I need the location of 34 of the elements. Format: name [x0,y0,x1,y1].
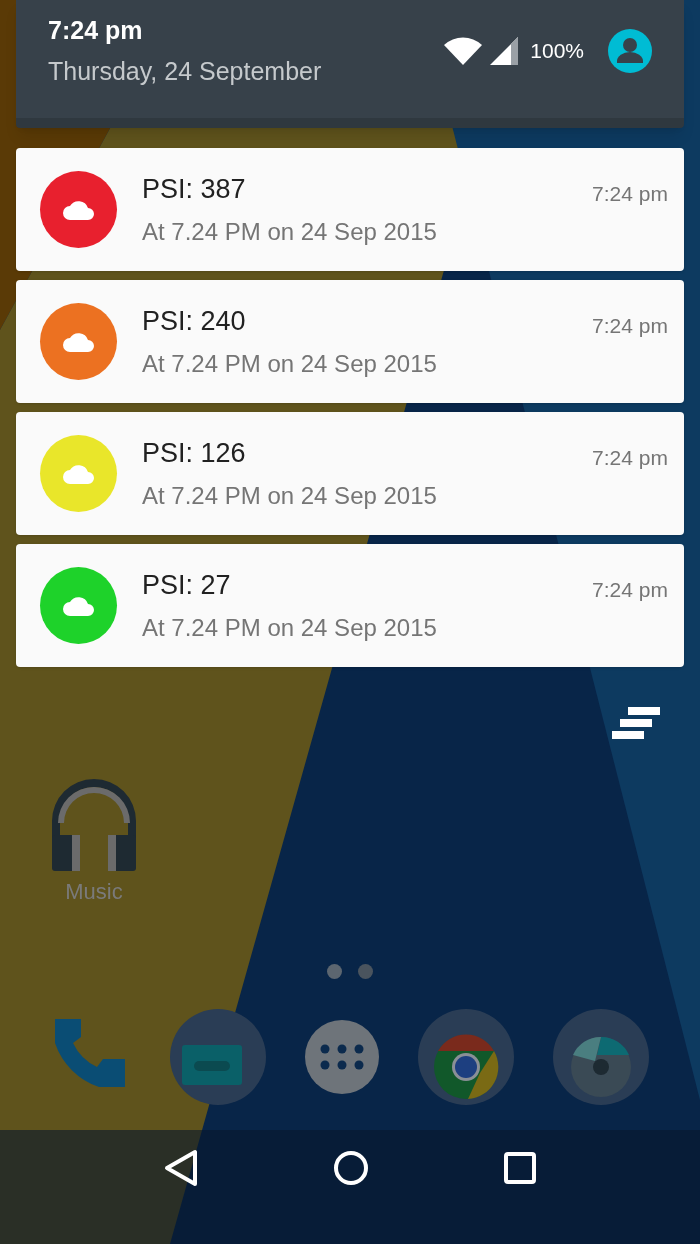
notification-title: PSI: 126 [142,437,247,471]
wifi-icon [444,37,483,65]
notification-card[interactable]: PSI: 27 At 7.24 PM on 24 Sep 2015 7:24 pm [16,544,684,667]
cloud-icon [61,198,96,221]
notification-text: At 7.24 PM on 24 Sep 2015 [142,216,438,247]
chrome-icon[interactable] [417,1009,514,1105]
notification-time: 7:24 pm [592,445,668,471]
notification-text: At 7.24 PM on 24 Sep 2015 [142,480,438,511]
camera-icon[interactable] [552,1009,649,1105]
back-icon[interactable] [163,1149,198,1187]
notification-card[interactable]: PSI: 387 At 7.24 PM on 24 Sep 2015 7:24 pm [16,148,684,271]
clear-all-icon[interactable] [612,707,660,739]
notification-title: PSI: 387 [142,173,247,207]
notification-time: 7:24 pm [592,313,668,339]
notification-time: 7:24 pm [592,577,668,603]
notification-card[interactable]: PSI: 240 At 7.24 PM on 24 Sep 2015 7:24 pm [16,280,684,403]
app-drawer-icon[interactable] [305,1020,379,1094]
notification-time: 7:24 pm [592,181,668,207]
user-avatar-icon[interactable] [608,29,652,73]
notification-card[interactable]: PSI: 126 At 7.24 PM on 24 Sep 2015 7:24 pm [16,412,684,535]
cloud-icon [61,462,96,485]
app-label: Music [65,878,123,906]
clock-time: 7:24 pm [48,14,144,46]
cloud-icon [61,594,96,617]
notification-text: At 7.24 PM on 24 Sep 2015 [142,612,438,643]
home-icon[interactable] [333,1150,369,1186]
recents-icon[interactable] [504,1152,537,1184]
notification-title: PSI: 240 [142,305,247,339]
cloud-icon [61,330,96,353]
signal-icon [490,37,519,65]
notification-text: At 7.24 PM on 24 Sep 2015 [142,348,438,379]
notification-title: PSI: 27 [142,569,232,603]
date-text: Thursday, 24 September [48,56,323,87]
battery-percentage: 100% [530,38,584,65]
